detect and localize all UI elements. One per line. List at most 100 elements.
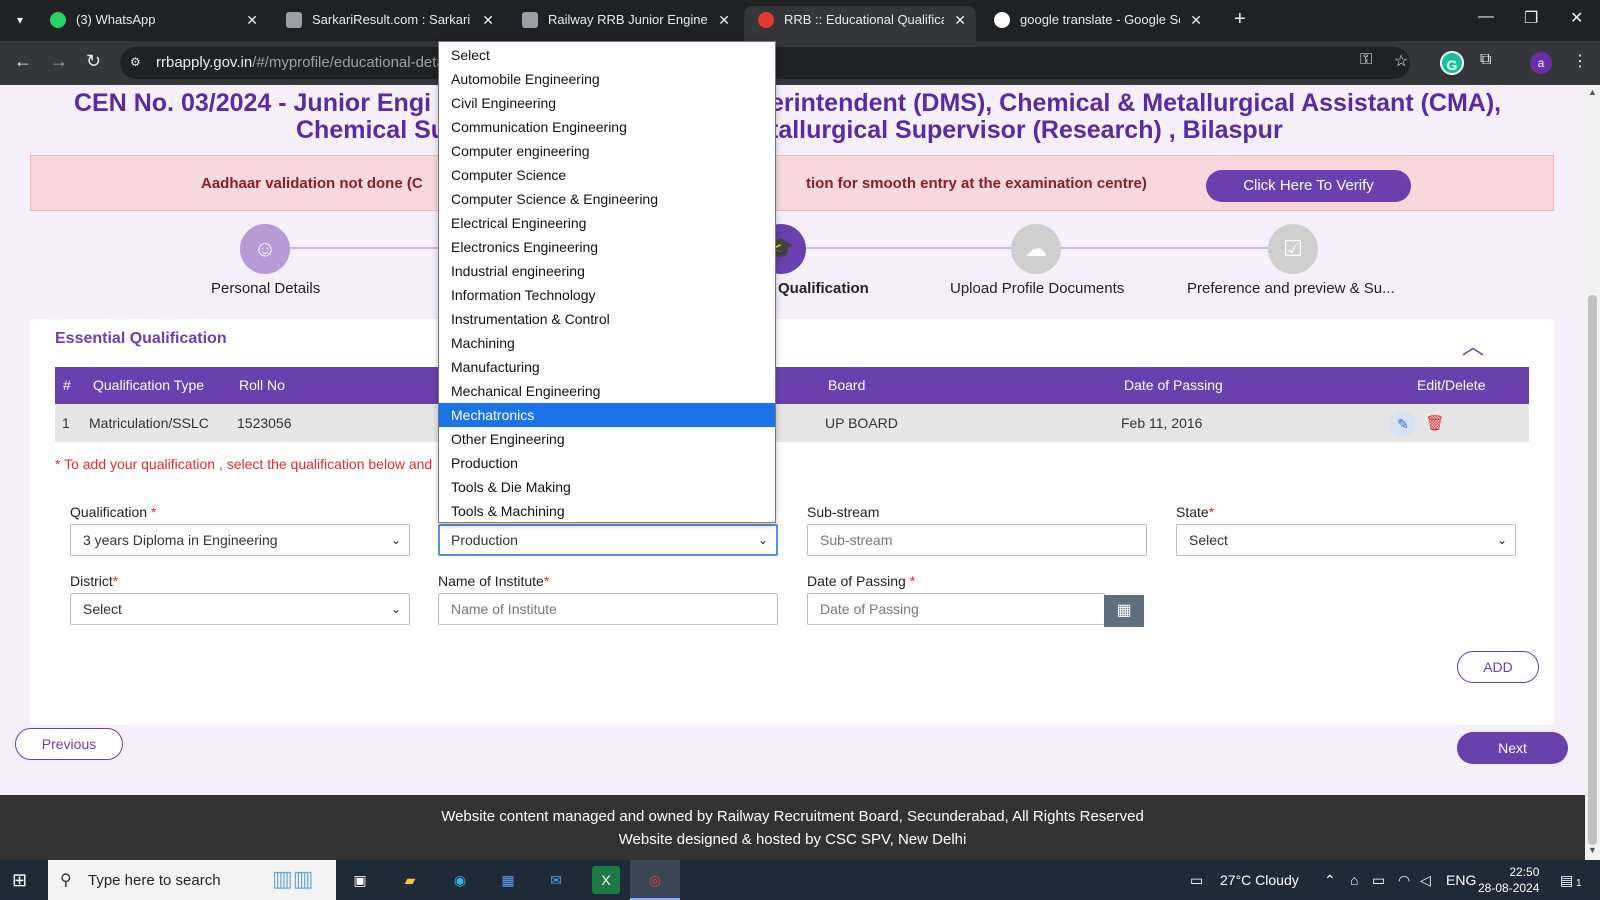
title-line2-left: Chemical Su bbox=[296, 116, 447, 144]
dropdown-option[interactable]: Machining bbox=[439, 331, 775, 355]
edit-icon[interactable]: ✎ bbox=[1390, 411, 1416, 437]
window-close-icon[interactable]: ✕ bbox=[1570, 8, 1583, 28]
taskbar-search[interactable]: ⚲ Type here to search ▥▥ bbox=[48, 860, 336, 900]
delete-icon[interactable]: 🗑 bbox=[1422, 411, 1448, 437]
next-button[interactable]: Next bbox=[1457, 732, 1568, 764]
tab-railway-rrb[interactable]: Railway RRB Junior Engineer JE ✕ bbox=[508, 6, 740, 41]
previous-button[interactable]: Previous bbox=[15, 728, 123, 760]
weather-icon[interactable]: ▭ bbox=[1190, 872, 1203, 889]
substream-input[interactable]: Sub-stream bbox=[807, 524, 1147, 556]
dropdown-option[interactable]: Mechanical Engineering bbox=[439, 379, 775, 403]
task-view-icon[interactable]: ▣ bbox=[346, 866, 374, 894]
usb-icon[interactable]: ⌂ bbox=[1350, 872, 1358, 888]
dropdown-option[interactable]: Civil Engineering bbox=[439, 91, 775, 115]
tab-whatsapp[interactable]: (3) WhatsApp ✕ bbox=[36, 6, 268, 41]
excel-icon[interactable]: X bbox=[592, 866, 620, 894]
clock[interactable]: 22:50 28-08-2024 bbox=[1478, 864, 1539, 896]
chevron-up-icon[interactable]: ⌃ bbox=[1324, 872, 1336, 889]
state-select[interactable]: Select ⌄ bbox=[1176, 524, 1516, 556]
restore-icon[interactable]: ❐ bbox=[1524, 8, 1538, 28]
minimize-icon[interactable]: — bbox=[1478, 8, 1494, 26]
tab-search-icon[interactable]: ▾ bbox=[8, 8, 32, 32]
grammarly-icon[interactable]: G bbox=[1440, 51, 1464, 75]
dropdown-option[interactable]: Automobile Engineering bbox=[439, 67, 775, 91]
tab-sarkari-result[interactable]: SarkariResult.com : Sarkari Resu ✕ bbox=[272, 6, 504, 41]
calendar-icon[interactable]: ▦ bbox=[1104, 595, 1144, 627]
store-icon[interactable]: ▦ bbox=[494, 866, 522, 894]
dropdown-option[interactable]: Industrial engineering bbox=[439, 259, 775, 283]
dropdown-option[interactable]: Computer engineering bbox=[439, 139, 775, 163]
star-icon[interactable]: ☆ bbox=[1394, 51, 1408, 71]
step-preference-preview[interactable]: ☑ bbox=[1268, 224, 1318, 274]
dropdown-option[interactable]: Select bbox=[439, 43, 775, 67]
edge-icon[interactable]: ◉ bbox=[446, 866, 474, 894]
dropdown-option[interactable]: Instrumentation & Control bbox=[439, 307, 775, 331]
cell-qualification-type: Matriculation/SSLC bbox=[89, 415, 209, 431]
mail-icon[interactable]: ✉ bbox=[542, 866, 570, 894]
scroll-up-icon[interactable]: ▲ bbox=[1588, 87, 1597, 97]
profile-avatar[interactable]: a bbox=[1530, 52, 1552, 74]
search-highlight-icon: ▥▥ bbox=[272, 866, 314, 891]
page-scrollbar[interactable]: ▲ ▼ bbox=[1585, 85, 1600, 860]
dropdown-option[interactable]: Electrical Engineering bbox=[439, 211, 775, 235]
dropdown-option[interactable]: Tools & Machining bbox=[439, 499, 775, 523]
menu-dots-icon[interactable]: ⋮ bbox=[1572, 51, 1588, 71]
close-icon[interactable]: ✕ bbox=[954, 6, 966, 34]
substream-placeholder: Sub-stream bbox=[820, 532, 893, 548]
battery-icon[interactable]: ▭ bbox=[1372, 872, 1385, 889]
add-button[interactable]: ADD bbox=[1457, 651, 1539, 683]
person-icon: ☺ bbox=[253, 236, 277, 261]
windows-start-icon[interactable]: ⊞ bbox=[12, 870, 27, 891]
close-icon[interactable]: ✕ bbox=[718, 6, 730, 34]
close-icon[interactable]: ✕ bbox=[482, 6, 494, 34]
site-info-icon[interactable]: ⚙ bbox=[130, 55, 146, 71]
scroll-down-icon[interactable]: ▼ bbox=[1588, 845, 1597, 855]
verify-button[interactable]: Click Here To Verify bbox=[1206, 170, 1411, 202]
step-connector bbox=[290, 247, 438, 249]
stream-select[interactable]: Production ⌄ bbox=[438, 524, 778, 556]
new-tab-icon[interactable]: + bbox=[1234, 8, 1246, 31]
chevron-down-icon: ⌄ bbox=[1496, 533, 1507, 547]
language-indicator[interactable]: ENG bbox=[1446, 872, 1476, 888]
scrollbar-thumb[interactable] bbox=[1588, 295, 1597, 845]
speaker-icon[interactable]: ◁ bbox=[1420, 872, 1431, 889]
dropdown-option[interactable]: Other Engineering bbox=[439, 427, 775, 451]
forward-icon[interactable]: → bbox=[50, 51, 68, 72]
tab-rrb-educational[interactable]: RRB :: Educational Qualification ✕ bbox=[744, 6, 976, 41]
file-explorer-icon[interactable]: ▰ bbox=[396, 866, 424, 894]
notification-icon[interactable]: ▤ bbox=[1560, 872, 1573, 889]
step-upload-documents[interactable]: ☁ bbox=[1011, 224, 1061, 274]
chevron-up-icon[interactable]: ︿ bbox=[1462, 329, 1484, 361]
date-input[interactable]: Date of Passing bbox=[807, 593, 1105, 625]
district-select[interactable]: Select ⌄ bbox=[70, 593, 410, 625]
dropdown-option[interactable]: Computer Science & Engineering bbox=[439, 187, 775, 211]
dropdown-option-highlighted[interactable]: Mechatronics bbox=[439, 403, 775, 427]
wifi-icon[interactable]: ◠ bbox=[1398, 872, 1410, 889]
header-qualification-type: Qualification Type bbox=[93, 377, 205, 393]
dropdown-option[interactable]: Manufacturing bbox=[439, 355, 775, 379]
stream-dropdown-list[interactable]: Select Automobile Engineering Civil Engi… bbox=[438, 41, 776, 523]
close-icon[interactable]: ✕ bbox=[1190, 6, 1202, 34]
institute-input[interactable]: Name of Institute bbox=[438, 593, 778, 625]
table-row: 1 Matriculation/SSLC 1523056 UP BOARD Fe… bbox=[55, 404, 1529, 442]
tab-label: google translate - Google Searc bbox=[1020, 12, 1180, 27]
chevron-down-icon: ⌄ bbox=[390, 602, 401, 616]
dropdown-option[interactable]: Tools & Die Making bbox=[439, 475, 775, 499]
tab-google-search[interactable]: google translate - Google Searc ✕ bbox=[980, 6, 1212, 41]
qualification-select[interactable]: 3 years Diploma in Engineering ⌄ bbox=[70, 524, 410, 556]
chrome-icon[interactable]: ◎ bbox=[641, 866, 669, 894]
dropdown-option[interactable]: Production bbox=[439, 451, 775, 475]
weather-text[interactable]: 27°C Cloudy bbox=[1220, 872, 1299, 888]
reload-icon[interactable]: ↻ bbox=[86, 51, 101, 72]
dropdown-option[interactable]: Information Technology bbox=[439, 283, 775, 307]
dropdown-option[interactable]: Electronics Engineering bbox=[439, 235, 775, 259]
substream-label: Sub-stream bbox=[807, 504, 880, 520]
dropdown-option[interactable]: Communication Engineering bbox=[439, 115, 775, 139]
essential-qualification-card: Essential Qualification ︿ # Qualificatio… bbox=[30, 319, 1554, 725]
extensions-icon[interactable]: ⧉ bbox=[1480, 51, 1491, 69]
key-icon[interactable]: ⚿ bbox=[1360, 51, 1372, 69]
dropdown-option[interactable]: Computer Science bbox=[439, 163, 775, 187]
close-icon[interactable]: ✕ bbox=[246, 6, 258, 34]
back-icon[interactable]: ← bbox=[14, 51, 32, 72]
step-personal-details[interactable]: ☺ bbox=[240, 224, 290, 274]
